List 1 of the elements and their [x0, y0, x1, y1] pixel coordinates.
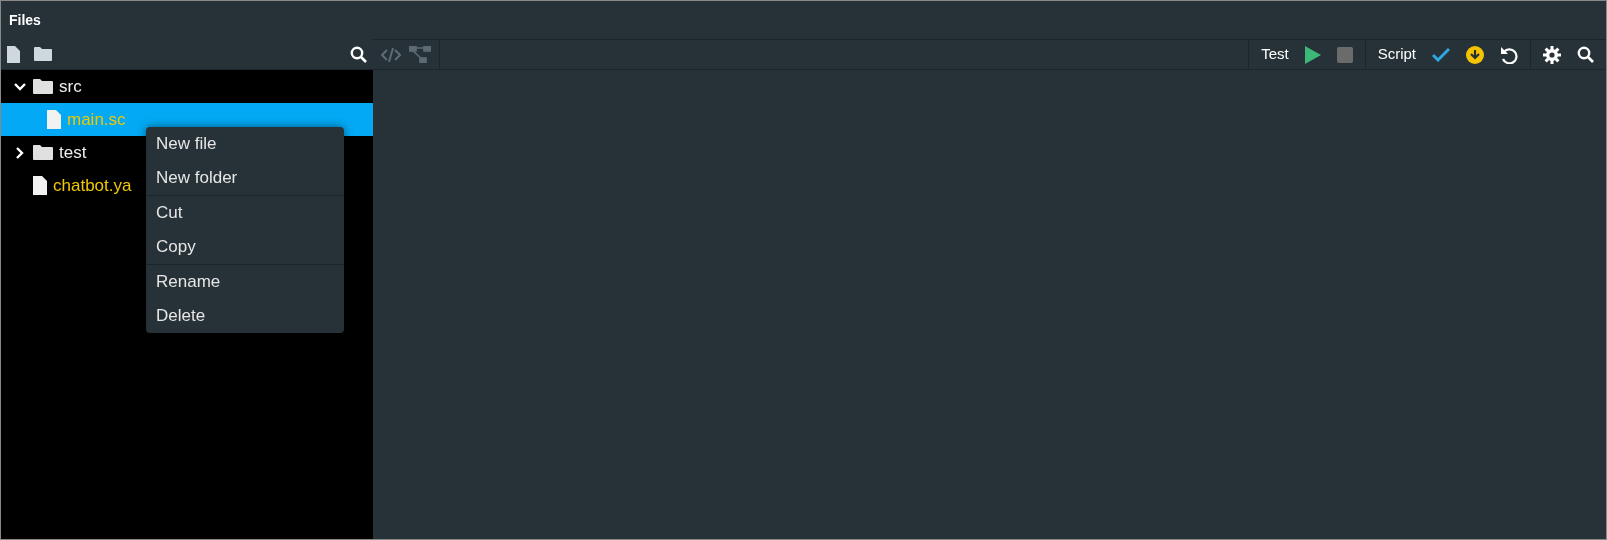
panel-title: Files: [9, 10, 41, 30]
